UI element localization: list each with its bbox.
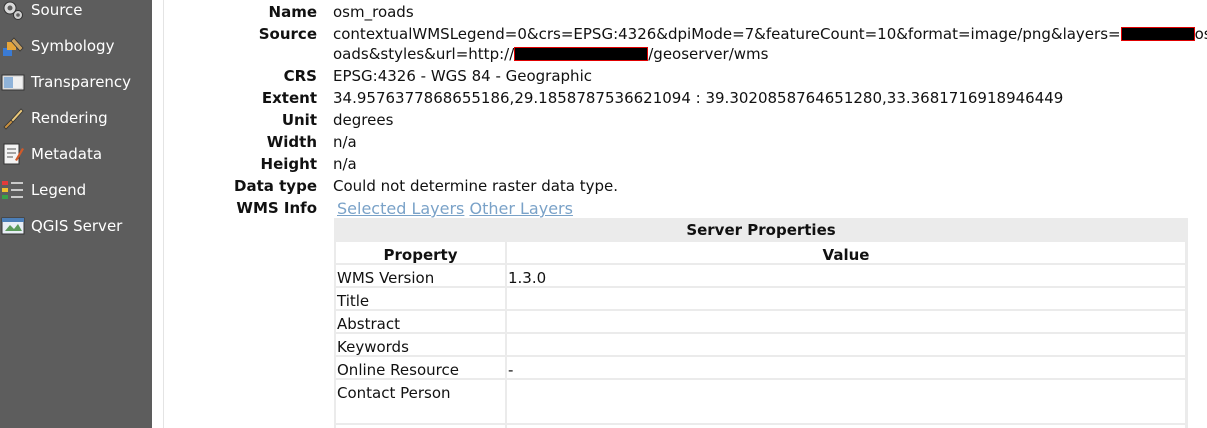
transparency-icon (1, 74, 25, 91)
unit-value: degrees (333, 111, 394, 129)
table-cell (507, 288, 1185, 309)
extent-value: 34.9576377868655186,29.1858787536621094 … (333, 89, 1064, 107)
redaction-box (514, 47, 649, 61)
sidebar-item-rendering[interactable]: Rendering (0, 100, 152, 136)
source-value-line1: contextualWMSLegend=0&crs=EPSG:4326&dpiM… (333, 25, 1207, 43)
crs-label: CRS (283, 67, 317, 85)
sidebar-label-transparency: Transparency (31, 73, 132, 91)
sidebar-label-rendering: Rendering (31, 109, 108, 127)
sidebar-item-symbology[interactable]: Symbology (0, 28, 152, 64)
wms-info-label: WMS Info (236, 199, 317, 217)
unit-label: Unit (281, 111, 317, 129)
height-label: Height (260, 155, 317, 173)
server-properties-table: Server Properties Property Value WMS Ver… (334, 218, 1188, 428)
property-cell: WMS Version (337, 269, 435, 287)
value-cell: 1.3.0 (508, 269, 547, 287)
property-cell: Title (337, 292, 370, 310)
sidebar-label-legend: Legend (31, 181, 87, 199)
width-label: Width (266, 133, 317, 151)
extent-label: Extent (261, 89, 317, 107)
sidebar-item-metadata[interactable]: Metadata (0, 136, 152, 172)
table-cell (507, 357, 1185, 378)
qgis-server-icon (1, 217, 25, 235)
crs-value: EPSG:4326 - WGS 84 - Geographic (333, 67, 592, 85)
selected-layers-link[interactable]: Selected Layers (337, 199, 464, 218)
source-label: Source (258, 25, 317, 43)
sidebar: Source Symbology Transparency Rendering (0, 0, 152, 428)
source-text-1a: contextualWMSLegend=0&crs=EPSG:4326&dpiM… (333, 25, 1121, 43)
source-text-1b: osm_r (1194, 25, 1207, 43)
column-header-property: Property (383, 246, 458, 264)
legend-icon (2, 181, 23, 199)
source-value-line2: oads&styles&url=http:// /geoserver/wms (333, 45, 768, 63)
layer-information-panel: Name osm_roads Source contextualWMSLegen… (164, 0, 1207, 428)
sidebar-item-transparency[interactable]: Transparency (0, 64, 152, 100)
table-cell (507, 311, 1185, 332)
table-cell (507, 334, 1185, 355)
column-header-value: Value (822, 246, 870, 264)
value-cell: - (508, 361, 514, 379)
source-text-2b: /geoserver/wms (648, 45, 769, 63)
property-cell: Contact Person (337, 384, 451, 402)
sidebar-label-symbology: Symbology (31, 37, 115, 55)
wms-info-links: Selected Layers Other Layers (337, 199, 573, 218)
source-text-2a: oads&styles&url=http:// (333, 45, 515, 63)
sidebar-item-legend[interactable]: Legend (0, 172, 152, 208)
other-layers-link[interactable]: Other Layers (469, 199, 572, 218)
property-cell: Keywords (337, 338, 409, 356)
table-cell (507, 265, 1185, 286)
height-value: n/a (333, 155, 357, 173)
datatype-label: Data type (234, 177, 317, 195)
rendering-icon (3, 108, 24, 130)
property-cell: Online Resource (337, 361, 459, 379)
redaction-box (1120, 27, 1195, 41)
property-cell: Abstract (337, 315, 400, 333)
name-value: osm_roads (333, 3, 414, 21)
sidebar-item-source[interactable]: Source (0, 0, 152, 28)
source-icon (3, 1, 23, 20)
table-cell (507, 380, 1185, 423)
server-properties-title: Server Properties (686, 221, 836, 239)
datatype-value: Could not determine raster data type. (333, 177, 619, 195)
sidebar-label-metadata: Metadata (31, 145, 103, 163)
metadata-icon (3, 143, 24, 165)
sidebar-label-qgis-server: QGIS Server (31, 217, 123, 235)
sidebar-label-source: Source (31, 1, 83, 19)
sidebar-item-qgis-server[interactable]: QGIS Server (0, 208, 152, 244)
width-value: n/a (333, 133, 357, 151)
symbology-icon (3, 37, 24, 56)
name-label: Name (268, 3, 317, 21)
